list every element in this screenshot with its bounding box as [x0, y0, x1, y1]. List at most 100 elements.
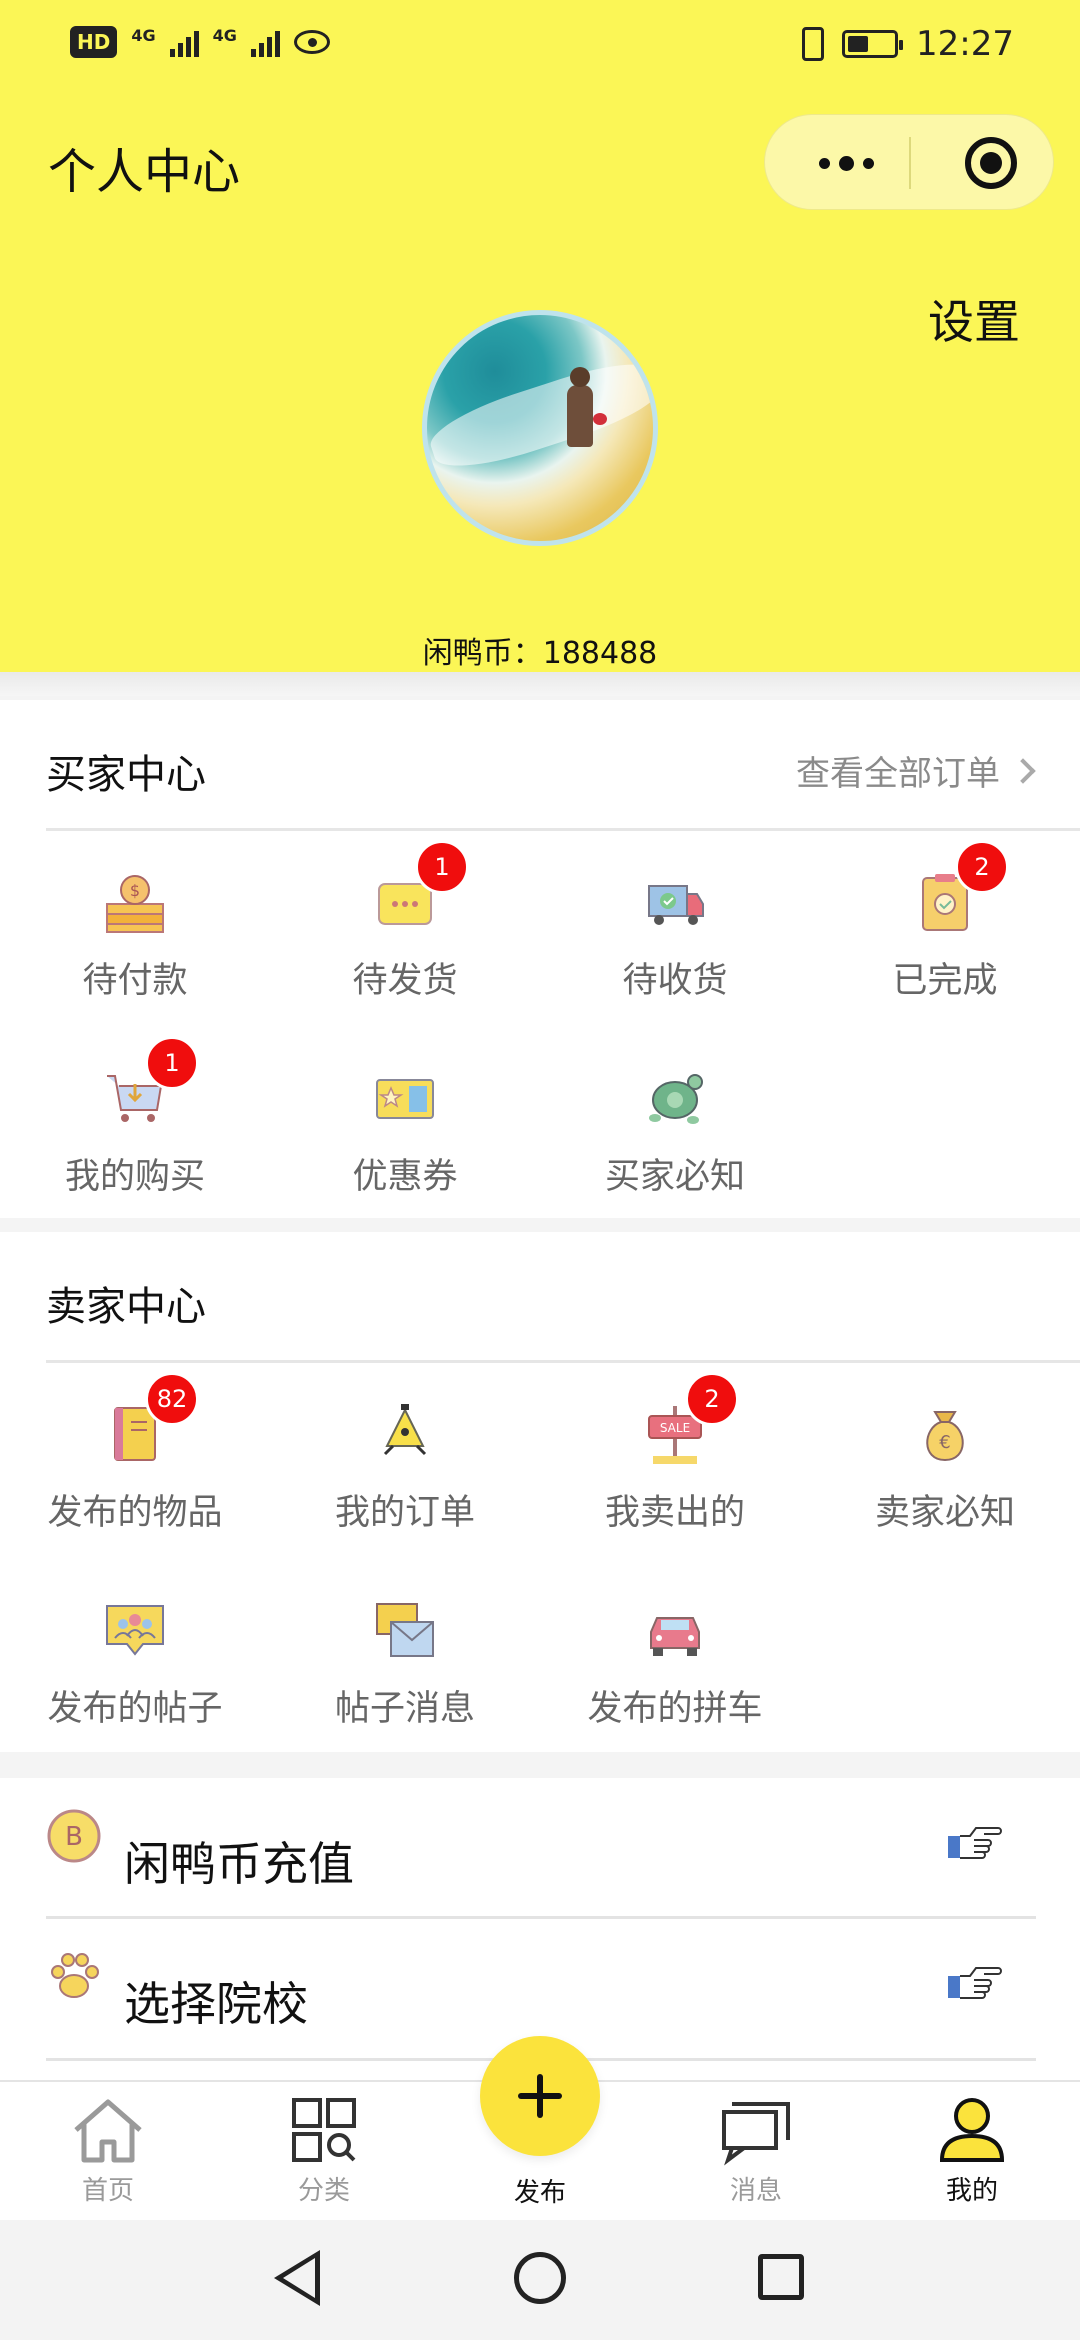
seller-item-label: 帖子消息 — [334, 1689, 475, 1729]
coupon-icon — [373, 1066, 437, 1130]
notebook-icon: 82 — [103, 1372, 199, 1466]
svg-text:SALE: SALE — [660, 1421, 690, 1435]
buyer-item-label: 优惠券 — [352, 1157, 458, 1197]
delivery-truck-icon — [643, 870, 707, 934]
tab-messages[interactable]: 消息 — [648, 2082, 864, 2222]
status-left: HD 4G 4G — [70, 26, 330, 58]
money-bag-icon: € — [913, 1402, 977, 1466]
signal-icon — [169, 27, 199, 57]
seller-center-card: 卖家中心 82 发布的物品 我的订单 SALE 2 我卖出的 € 卖家必知 发布… — [0, 1232, 1080, 1752]
seller-item-sold[interactable]: SALE 2 我卖出的 — [540, 1362, 810, 1558]
recent-apps-icon[interactable] — [758, 2254, 804, 2300]
tab-category[interactable]: 分类 — [216, 2082, 432, 2222]
paw-icon — [46, 1948, 102, 2004]
page-title: 个人中心 — [48, 144, 241, 200]
recharge-label: 闲鸭币充值 — [124, 1837, 354, 1891]
tab-mine[interactable]: 我的 — [864, 2082, 1080, 2222]
recharge-row[interactable]: B 闲鸭币充值 — [0, 1778, 1080, 1916]
buyer-item-buyer-guide[interactable]: 买家必知 — [540, 1026, 810, 1222]
tab-home-label: 首页 — [81, 2176, 134, 2206]
close-miniprogram-button[interactable] — [965, 137, 1017, 189]
messages-icon — [722, 2102, 790, 2166]
seller-item-label: 卖家必知 — [874, 1493, 1015, 1533]
bitcoin-icon: B — [46, 1808, 102, 1864]
buyer-item-awaiting-shipment[interactable]: 1 待发货 — [270, 830, 540, 1026]
seller-grid: 82 发布的物品 我的订单 SALE 2 我卖出的 € 卖家必知 发布的帖子 帖… — [0, 1362, 1080, 1754]
buyer-center-card: 买家中心 查看全部订单 $ 待付款 1 待发货 待收货 2 已完成 1 我的购买… — [0, 700, 1080, 1218]
pointing-hand-icon — [946, 1820, 1002, 1864]
category-grid-icon — [292, 2098, 356, 2162]
shopping-cart-icon: 1 — [103, 1036, 199, 1130]
home-circle-icon[interactable] — [514, 2252, 566, 2304]
avatar[interactable] — [422, 310, 658, 546]
buyer-item-label: 待发货 — [352, 961, 458, 1001]
buyer-item-pending-payment[interactable]: $ 待付款 — [0, 830, 270, 1026]
group-chat-icon — [103, 1598, 167, 1662]
settings-link[interactable]: 设置 — [928, 286, 1020, 352]
seller-item-label: 发布的物品 — [47, 1493, 223, 1533]
hd-indicator: HD — [70, 26, 118, 58]
tab-messages-label: 消息 — [729, 2176, 782, 2206]
tab-home[interactable]: 首页 — [0, 2082, 216, 2222]
car-icon — [643, 1598, 707, 1662]
back-icon[interactable] — [274, 2250, 320, 2306]
awaiting-shipment-icon: 1 — [373, 840, 469, 934]
capsule-divider — [909, 137, 911, 189]
notification-badge: 1 — [415, 840, 469, 894]
battery-icon — [842, 30, 904, 58]
network-type-1: 4G — [131, 26, 156, 45]
buyer-item-awaiting-receipt[interactable]: 待收货 — [540, 830, 810, 1026]
seller-item-label: 发布的帖子 — [47, 1689, 223, 1729]
eye-comfort-icon — [293, 30, 330, 54]
header-divider — [0, 672, 1080, 696]
user-icon — [939, 2098, 1005, 2162]
seller-item-published-carpool[interactable]: 发布的拼车 — [540, 1558, 810, 1754]
buyer-item-label: 待收货 — [622, 961, 728, 1001]
tab-publish-label: 发布 — [513, 2178, 566, 2208]
notification-badge: 2 — [955, 840, 1009, 894]
svg-text:$: $ — [130, 881, 140, 900]
buyer-item-coupons[interactable]: 优惠券 — [270, 1026, 540, 1222]
seller-item-published-posts[interactable]: 发布的帖子 — [0, 1558, 270, 1754]
sale-sign-icon: SALE 2 — [643, 1372, 739, 1466]
lamp-icon — [373, 1402, 437, 1466]
seller-item-published-goods[interactable]: 82 发布的物品 — [0, 1362, 270, 1558]
tab-category-label: 分类 — [297, 2176, 350, 2206]
publish-button[interactable] — [480, 2036, 600, 2156]
turtle-icon — [643, 1066, 707, 1130]
view-all-orders-link[interactable]: 查看全部订单 — [796, 746, 1036, 795]
buyer-grid: $ 待付款 1 待发货 待收货 2 已完成 1 我的购买 优惠券 买家必知 — [0, 830, 1080, 1222]
system-navigation-bar — [0, 2220, 1080, 2340]
chevron-right-icon — [1010, 757, 1036, 784]
status-bar: HD 4G 4G 12:27 — [0, 0, 1080, 92]
pointing-hand-icon — [946, 1960, 1002, 2004]
seller-item-label: 我的订单 — [334, 1493, 475, 1533]
miniprogram-capsule — [764, 114, 1054, 210]
coin-balance: 闲鸭币：188488 — [422, 636, 658, 671]
status-time: 12:27 — [916, 24, 1014, 64]
notification-badge: 82 — [145, 1372, 199, 1426]
signal-icon — [250, 27, 280, 57]
settings-list: B 闲鸭币充值 选择院校 — [0, 1778, 1080, 2080]
envelope-icon — [373, 1598, 437, 1662]
seller-center-title: 卖家中心 — [46, 1284, 206, 1330]
status-right: 12:27 — [802, 24, 1014, 64]
seller-item-my-orders[interactable]: 我的订单 — [270, 1362, 540, 1558]
svg-text:B: B — [65, 1822, 83, 1852]
seller-item-seller-guide[interactable]: € 卖家必知 — [810, 1362, 1080, 1558]
view-all-orders-label: 查看全部订单 — [796, 754, 1000, 794]
seller-item-label: 我卖出的 — [604, 1493, 745, 1533]
buyer-item-completed[interactable]: 2 已完成 — [810, 830, 1080, 1026]
seller-item-label: 发布的拼车 — [587, 1689, 763, 1729]
tab-mine-label: 我的 — [945, 2176, 998, 2206]
buyer-item-my-purchases[interactable]: 1 我的购买 — [0, 1026, 270, 1222]
seller-item-post-messages[interactable]: 帖子消息 — [270, 1558, 540, 1754]
buyer-item-label: 已完成 — [892, 961, 998, 1001]
vibrate-icon — [802, 27, 825, 61]
buyer-item-label: 我的购买 — [64, 1157, 205, 1197]
notification-badge: 2 — [685, 1372, 739, 1426]
home-icon — [74, 2099, 142, 2163]
completed-clipboard-icon: 2 — [913, 840, 1009, 934]
more-options-button[interactable] — [785, 115, 907, 211]
buyer-center-title: 买家中心 — [46, 752, 206, 798]
